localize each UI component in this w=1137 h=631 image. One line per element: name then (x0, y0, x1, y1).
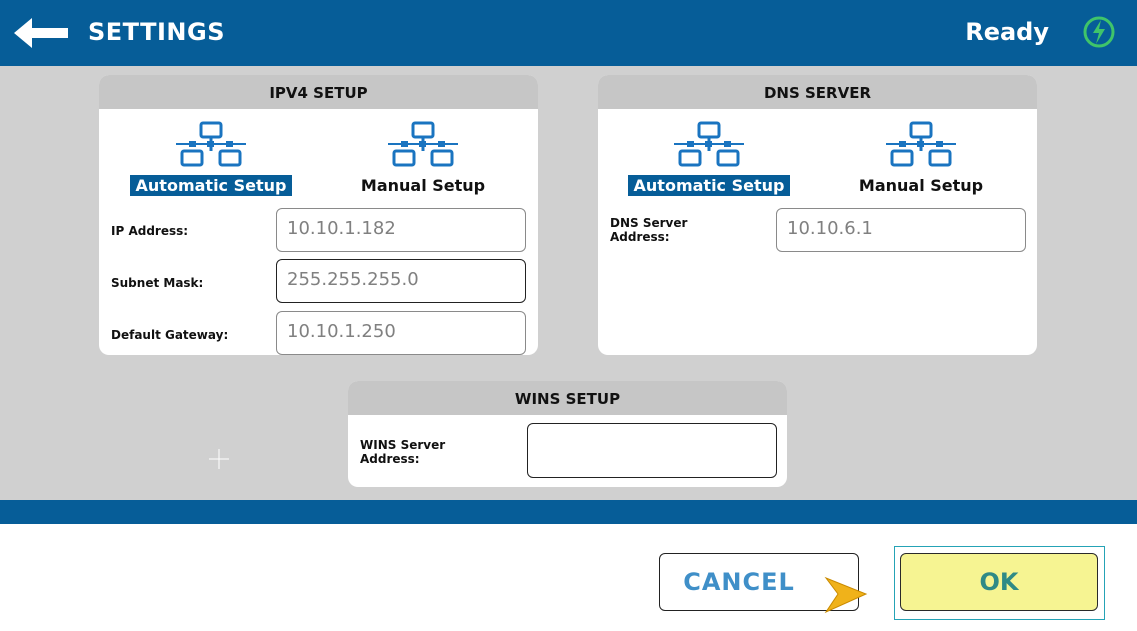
power-status-icon (1083, 16, 1115, 48)
dns-manual-label: Manual Setup (858, 176, 984, 195)
network-icon (886, 121, 956, 167)
dns-panel: DNS SERVER Automatic Setup Manual Setup … (598, 75, 1037, 355)
dns-panel-title: DNS SERVER (598, 75, 1037, 109)
left-arrow-icon[interactable] (12, 16, 70, 50)
ipv4-panel: IPV4 SETUP Automatic Setup Manual Setup … (99, 75, 538, 355)
ipv4-automatic-label: Automatic Setup (129, 175, 293, 196)
ipv4-manual-label: Manual Setup (360, 176, 486, 195)
subnet-mask-input[interactable]: 255.255.255.0 (276, 259, 526, 303)
ip-address-input[interactable]: 10.10.1.182 (276, 208, 526, 252)
dns-server-input[interactable]: 10.10.6.1 (776, 208, 1026, 252)
default-gateway-label: Default Gateway: (111, 328, 229, 342)
wins-server-input[interactable] (527, 423, 777, 478)
wins-panel-title: WINS SETUP (348, 381, 787, 415)
default-gateway-input[interactable]: 10.10.1.250 (276, 311, 526, 355)
ipv4-panel-title: IPV4 SETUP (99, 75, 538, 109)
network-icon (674, 121, 744, 167)
wins-server-label: WINS Server Address: (360, 438, 445, 466)
page-title: SETTINGS (88, 18, 225, 46)
wins-server-label-line2: Address: (360, 452, 420, 466)
wins-server-label-line1: WINS Server (360, 438, 446, 452)
settings-screen: SETTINGS Ready IPV4 SETUP Automatic Setu… (0, 0, 1137, 631)
status-label: Ready (965, 18, 1049, 46)
dns-automatic-option[interactable]: Automatic Setup (619, 115, 799, 199)
header-bar: SETTINGS Ready (0, 0, 1137, 66)
ipv4-automatic-option[interactable]: Automatic Setup (121, 115, 301, 199)
subnet-mask-label: Subnet Mask: (111, 276, 204, 290)
ipv4-manual-option[interactable]: Manual Setup (333, 115, 513, 199)
dns-manual-option[interactable]: Manual Setup (831, 115, 1011, 199)
ok-button[interactable]: OK (900, 553, 1098, 611)
footer-bar (0, 500, 1137, 524)
dns-server-label-line1: DNS Server (610, 216, 688, 230)
dns-server-label: DNS Server Address: (610, 216, 687, 244)
dns-server-label-line2: Address: (610, 230, 670, 244)
crosshair-cursor-icon (209, 449, 229, 469)
ip-address-label: IP Address: (111, 224, 189, 238)
wins-panel: WINS SETUP WINS Server Address: (348, 381, 787, 487)
settings-content: IPV4 SETUP Automatic Setup Manual Setup … (0, 66, 1137, 500)
network-icon (388, 121, 458, 167)
pointer-arrow-icon (824, 576, 868, 614)
dns-automatic-label: Automatic Setup (627, 175, 791, 196)
network-icon (176, 121, 246, 167)
